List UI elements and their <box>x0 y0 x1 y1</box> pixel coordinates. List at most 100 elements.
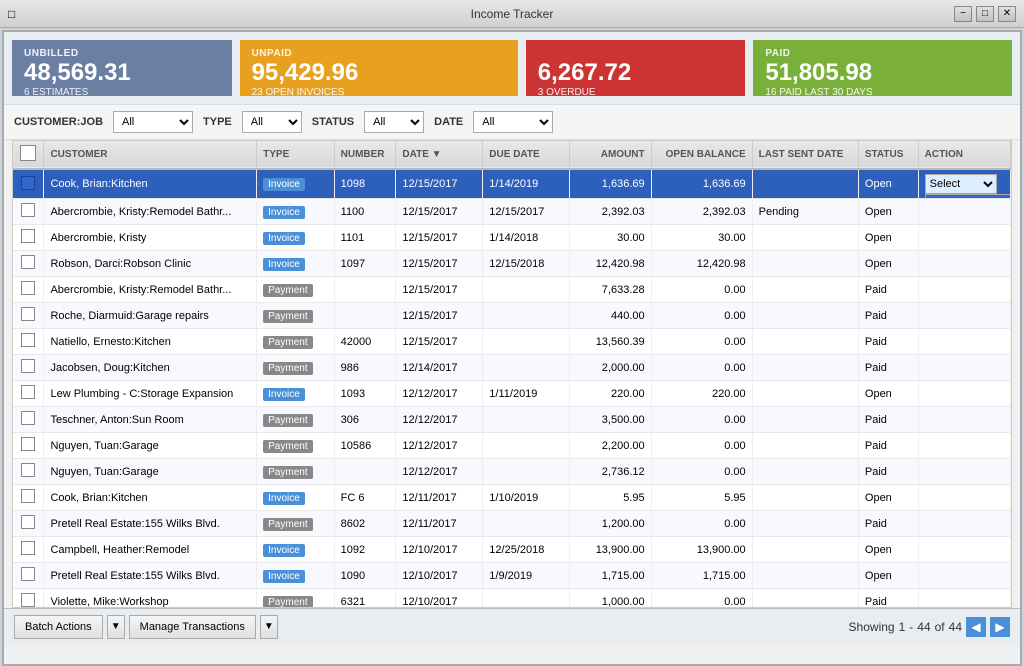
row-action[interactable] <box>918 251 1010 277</box>
header-checkbox[interactable] <box>13 141 44 169</box>
row-checkbox-cell[interactable] <box>13 303 44 329</box>
header-customer[interactable]: CUSTOMER <box>44 141 257 169</box>
row-checkbox[interactable] <box>21 359 35 373</box>
row-checkbox[interactable] <box>21 515 35 529</box>
row-checkbox-cell[interactable] <box>13 407 44 433</box>
row-checkbox-cell[interactable] <box>13 329 44 355</box>
pagination: Showing 1 - 44 of 44 ◀ ▶ <box>849 617 1010 637</box>
row-checkbox-cell[interactable] <box>13 225 44 251</box>
row-checkbox-cell[interactable] <box>13 251 44 277</box>
row-checkbox[interactable] <box>21 567 35 581</box>
row-date: 12/12/2017 <box>396 433 483 459</box>
header-due-date[interactable]: DUE DATE <box>483 141 570 169</box>
row-last-sent <box>752 433 858 459</box>
window-icon: □ <box>8 7 15 21</box>
row-checkbox-cell[interactable] <box>13 563 44 589</box>
row-balance: 0.00 <box>651 277 752 303</box>
row-checkbox-cell[interactable] <box>13 589 44 609</box>
row-checkbox[interactable] <box>21 203 35 217</box>
action-select[interactable]: SelectReceive PaymentPrintEmail <box>925 174 997 194</box>
manage-transactions-dropdown-button[interactable]: ▼ <box>260 615 278 639</box>
row-checkbox[interactable] <box>21 489 35 503</box>
status-filter-label: STATUS <box>312 116 354 128</box>
row-action[interactable] <box>918 381 1010 407</box>
row-action[interactable] <box>918 277 1010 303</box>
close-button[interactable]: ✕ <box>998 6 1016 22</box>
maximize-button[interactable]: □ <box>976 6 994 22</box>
row-checkbox[interactable] <box>21 385 35 399</box>
status-filter-select[interactable]: All <box>364 111 424 133</box>
row-checkbox-cell[interactable] <box>13 511 44 537</box>
showing-total: 44 <box>949 620 962 634</box>
header-type[interactable]: TYPE <box>257 141 335 169</box>
row-checkbox-cell[interactable] <box>13 381 44 407</box>
row-action[interactable] <box>918 433 1010 459</box>
row-checkbox[interactable] <box>21 411 35 425</box>
type-filter-select[interactable]: All <box>242 111 302 133</box>
table-row: Abercrombie, KristyInvoice110112/15/2017… <box>13 225 1011 251</box>
row-checkbox[interactable] <box>21 307 35 321</box>
row-action[interactable] <box>918 537 1010 563</box>
row-checkbox-cell[interactable] <box>13 169 44 199</box>
row-amount: 2,200.00 <box>570 433 651 459</box>
row-checkbox-cell[interactable] <box>13 277 44 303</box>
row-date: 12/15/2017 <box>396 251 483 277</box>
row-checkbox-cell[interactable] <box>13 459 44 485</box>
row-checkbox[interactable] <box>21 437 35 451</box>
row-checkbox[interactable] <box>21 281 35 295</box>
batch-actions-button[interactable]: Batch Actions <box>14 615 103 639</box>
row-status: Paid <box>858 589 918 609</box>
filter-bar: CUSTOMER:JOB All TYPE All STATUS All DAT… <box>4 104 1020 140</box>
prev-page-button[interactable]: ◀ <box>966 617 986 637</box>
batch-actions-dropdown-button[interactable]: ▼ <box>107 615 125 639</box>
overdue-amount: 6,267.72 <box>538 59 734 87</box>
row-status: Open <box>858 225 918 251</box>
row-action[interactable] <box>918 199 1010 225</box>
date-filter-select[interactable]: All <box>473 111 553 133</box>
row-checkbox-cell[interactable] <box>13 355 44 381</box>
row-action[interactable] <box>918 563 1010 589</box>
minimize-button[interactable]: − <box>954 6 972 22</box>
row-checkbox[interactable] <box>21 229 35 243</box>
row-action[interactable] <box>918 459 1010 485</box>
row-action[interactable] <box>918 329 1010 355</box>
row-checkbox-cell[interactable] <box>13 485 44 511</box>
header-last-sent[interactable]: LAST SENT DATE <box>752 141 858 169</box>
row-checkbox[interactable] <box>21 463 35 477</box>
row-action[interactable] <box>918 511 1010 537</box>
row-action[interactable] <box>918 303 1010 329</box>
header-date[interactable]: DATE ▼ <box>396 141 483 169</box>
next-page-button[interactable]: ▶ <box>990 617 1010 637</box>
row-amount: 1,000.00 <box>570 589 651 609</box>
action-dropdown-item[interactable]: Select <box>926 195 1011 199</box>
row-balance: 1,636.69 <box>651 169 752 199</box>
row-checkbox-cell[interactable] <box>13 433 44 459</box>
row-action[interactable] <box>918 589 1010 609</box>
row-action[interactable] <box>918 355 1010 381</box>
row-checkbox[interactable] <box>21 333 35 347</box>
paid-label: PAID <box>765 48 1000 59</box>
header-balance[interactable]: OPEN BALANCE <box>651 141 752 169</box>
row-checkbox[interactable] <box>21 541 35 555</box>
row-checkbox[interactable] <box>21 593 35 607</box>
row-due-date <box>483 589 570 609</box>
row-action[interactable] <box>918 407 1010 433</box>
row-checkbox-cell[interactable] <box>13 199 44 225</box>
row-action[interactable]: SelectReceive PaymentPrintEmailSelectRec… <box>918 169 1010 199</box>
row-action[interactable] <box>918 485 1010 511</box>
row-checkbox[interactable] <box>21 255 35 269</box>
paid-amount: 51,805.98 <box>765 59 1000 87</box>
header-amount[interactable]: AMOUNT <box>570 141 651 169</box>
header-action[interactable]: ACTION <box>918 141 1010 169</box>
customer-filter-select[interactable]: All <box>113 111 193 133</box>
header-number[interactable]: NUMBER <box>334 141 396 169</box>
unbilled-amount: 48,569.31 <box>24 59 220 87</box>
row-checkbox-cell[interactable] <box>13 537 44 563</box>
row-last-sent <box>752 303 858 329</box>
manage-transactions-button[interactable]: Manage Transactions <box>129 615 256 639</box>
row-customer: Robson, Darci:Robson Clinic <box>44 251 257 277</box>
row-checkbox[interactable] <box>21 176 35 190</box>
row-action[interactable] <box>918 225 1010 251</box>
row-due-date <box>483 511 570 537</box>
header-status[interactable]: STATUS <box>858 141 918 169</box>
